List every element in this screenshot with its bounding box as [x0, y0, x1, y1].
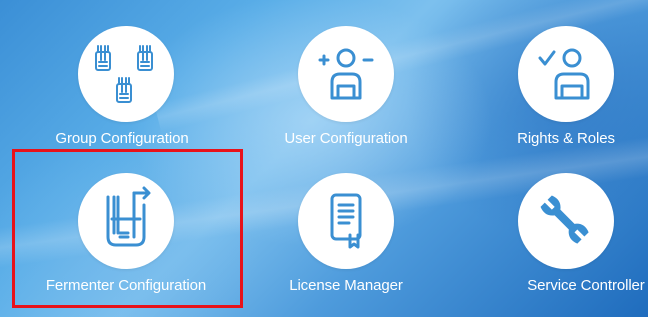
dashboard-panel: Group Configuration User Configuration R…: [0, 0, 648, 317]
fermenter-configuration-tile[interactable]: Fermenter Configuration: [16, 153, 236, 303]
user-configuration-tile[interactable]: User Configuration: [236, 6, 456, 156]
license-document-icon: [298, 173, 394, 269]
wrench-icon: [518, 173, 614, 269]
service-controller-tile[interactable]: Service Controller: [456, 153, 648, 303]
tile-label: User Configuration: [284, 130, 408, 147]
bioreactor-group-icon: [78, 26, 174, 122]
fermenter-icon: [78, 173, 174, 269]
tile-label: Fermenter Configuration: [45, 277, 207, 294]
group-configuration-tile[interactable]: Group Configuration: [16, 6, 236, 156]
user-check-icon: [518, 26, 614, 122]
user-config-icon: [298, 26, 394, 122]
tile-label: Rights & Roles: [517, 130, 615, 147]
rights-roles-tile[interactable]: Rights & Roles: [456, 6, 648, 156]
license-manager-tile[interactable]: License Manager: [236, 153, 456, 303]
tile-label: Group Configuration: [55, 130, 189, 147]
tile-label: License Manager: [289, 277, 403, 294]
tile-label: Service Controller: [527, 277, 645, 294]
